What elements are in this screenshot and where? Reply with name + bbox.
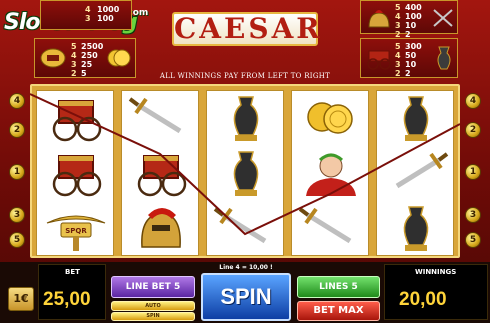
title-plaque: CAESAR	[162, 2, 328, 52]
sword-icon	[128, 97, 182, 134]
vase-icon	[233, 151, 259, 196]
reel-2	[121, 90, 199, 256]
reel-3	[206, 90, 284, 256]
crossed-swords-icon	[433, 9, 453, 27]
pay-counts: 4 3	[85, 5, 91, 23]
pay-values: 2500 250 25 5	[81, 42, 104, 78]
svg-text:SPQR: SPQR	[65, 227, 87, 235]
vase-icon	[437, 46, 451, 70]
line-win-info: Line 4 = 10,00 !	[219, 264, 273, 271]
gold-coins-icon	[307, 102, 353, 134]
caesar-icon	[306, 153, 356, 196]
line-4-button-right[interactable]: 4	[465, 93, 481, 109]
winnings-value: 20,00	[399, 289, 447, 310]
bet-value: 25,00	[43, 289, 91, 310]
pay-counts: 5 4 3 2	[71, 42, 77, 78]
pay-counts: 5 4 3 2	[395, 42, 401, 78]
lines-button[interactable]: LINES 5	[297, 276, 380, 298]
helmet-icon	[368, 10, 390, 28]
paylines-notice: ALL WINNINGS PAY FROM LEFT TO RIGHT	[159, 72, 331, 80]
line-3-button-right[interactable]: 3	[465, 207, 481, 223]
line-5-button-right[interactable]: 5	[465, 232, 481, 248]
coin-value-button[interactable]: 1€	[8, 287, 34, 311]
reel-area: SPQR	[30, 84, 460, 258]
line-3-button-left[interactable]: 3	[9, 207, 25, 223]
vase-icon	[403, 96, 429, 141]
helmet-icon	[141, 208, 181, 248]
chariot-icon	[367, 50, 391, 70]
paytable-mid-right: 5 4 3 2 300 50 10 2	[360, 38, 458, 78]
winnings-panel: WINNINGS 20,00	[384, 264, 488, 320]
pay-values: 400 100 10 2	[405, 3, 422, 39]
vase-icon	[233, 96, 259, 141]
sword-icon	[213, 207, 267, 244]
line-1-button-right[interactable]: 1	[465, 164, 481, 180]
pay-values: 1000 100	[97, 5, 120, 23]
winnings-label: WINNINGS	[415, 268, 457, 276]
bet-max-button[interactable]: BET MAX	[297, 301, 380, 321]
chariot-icon	[52, 155, 102, 197]
spqr-eagle-icon: SPQR	[46, 215, 106, 251]
sword-icon	[395, 152, 449, 189]
sword-icon	[298, 207, 352, 244]
reel-1: SPQR	[36, 90, 114, 256]
pay-values: 300 50 10 2	[405, 42, 422, 78]
auto-button[interactable]: AUTO	[111, 301, 195, 311]
reel-5	[376, 90, 454, 256]
pay-counts: 5 4 3 2	[395, 3, 401, 39]
reel-4	[291, 90, 369, 256]
line-2-button-left[interactable]: 2	[9, 122, 25, 138]
paytable-top-left: 4 3 1000 100	[40, 0, 132, 30]
paytable-mid-left: 5 4 3 2 2500 250 25 5	[34, 38, 136, 78]
bet-panel: BET 25,00	[38, 264, 106, 320]
bet-label: BET	[65, 268, 80, 276]
paytable-top-right: 5 4 3 2 400 100 10 2	[360, 0, 458, 39]
line-bet-button[interactable]: LINE BET 5	[111, 276, 195, 298]
chariot-icon	[137, 155, 187, 197]
line-1-button-left[interactable]: 1	[9, 164, 25, 180]
game-title: CAESAR	[172, 12, 323, 46]
chariot-icon	[52, 100, 102, 142]
line-5-button-left[interactable]: 5	[9, 232, 25, 248]
line-4-button-left[interactable]: 4	[9, 93, 25, 109]
auto-spin-button[interactable]: SPIN	[111, 312, 195, 321]
vase-icon	[403, 206, 429, 251]
spin-button[interactable]: SPIN	[201, 273, 291, 321]
spqr-eagle-icon	[40, 48, 66, 68]
line-2-button-right[interactable]: 2	[465, 122, 481, 138]
gold-coins-icon	[107, 49, 131, 67]
